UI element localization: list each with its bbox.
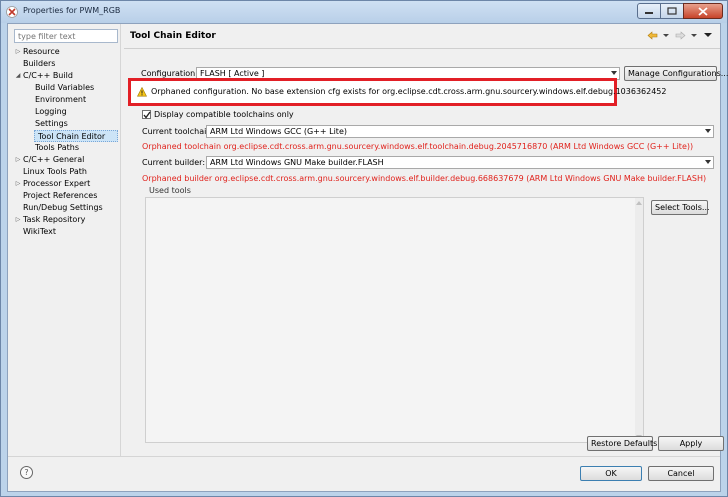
toolchain-select[interactable]: ARM Ltd Windows GCC (G++ Lite) (206, 125, 714, 138)
used-tools-list[interactable] (145, 197, 644, 443)
tree-item-label: C/C++ Build (23, 71, 73, 80)
tree-item-label: Environment (35, 95, 87, 104)
window-title: Properties for PWM_RGB (23, 6, 121, 15)
tree-item-c-c-build[interactable]: ◢ C/C++ Build (14, 70, 118, 82)
expanded-arrow-icon[interactable]: ◢ (14, 70, 22, 82)
orphaned-warning-highlight: Orphaned configuration. No base extensio… (128, 78, 667, 106)
tree-item-label: Task Repository (23, 215, 86, 224)
tree-item-label: Run/Debug Settings (23, 203, 103, 212)
builder-select[interactable]: ARM Ltd Windows GNU Make builder.FLASH (206, 156, 714, 169)
pane-divider[interactable] (120, 24, 123, 456)
tree-item-tools-paths[interactable]: Tools Paths (14, 142, 118, 154)
toolchain-error-message: Orphaned toolchain org.eclipse.cdt.cross… (142, 142, 694, 151)
tree-item-linux-tools-path[interactable]: Linux Tools Path (14, 166, 118, 178)
tree-item-task-repository[interactable]: ▷ Task Repository (14, 214, 118, 226)
close-window-button[interactable] (683, 3, 723, 19)
close-icon (698, 6, 708, 16)
help-icon[interactable]: ? (20, 466, 33, 479)
tree-item-label: Resource (23, 47, 60, 56)
configuration-value: FLASH [ Active ] (200, 69, 265, 78)
tree-item-build-variables[interactable]: Build Variables (14, 82, 118, 94)
minimize-button[interactable] (637, 3, 661, 19)
collapsed-arrow-icon[interactable]: ▷ (14, 46, 22, 58)
orphaned-configuration-message: Orphaned configuration. No base extensio… (151, 87, 667, 96)
manage-configurations-button[interactable]: Manage Configurations... (624, 66, 728, 81)
tree-item-resource[interactable]: ▷ Resource (14, 46, 118, 58)
tree-item-label: Build Variables (35, 83, 95, 92)
current-toolchain-label: Current toolchain: (142, 127, 215, 136)
minimize-icon (645, 12, 653, 14)
forward-menu-icon[interactable] (688, 30, 700, 40)
tree-item-processor-expert[interactable]: ▷ Processor Expert (14, 178, 118, 190)
collapsed-arrow-icon[interactable]: ▷ (14, 214, 22, 226)
select-tools-button[interactable]: Select Tools... (651, 200, 710, 215)
tools-scrollbar[interactable] (635, 198, 643, 442)
button-bar-separator (8, 456, 720, 457)
page-navigation (646, 30, 714, 40)
chevron-down-icon (705, 129, 711, 133)
tree-item-tool-chain-editor[interactable]: Tool Chain Editor (34, 130, 118, 142)
tree-item-label: Logging (35, 107, 67, 116)
builder-error-message: Orphaned builder org.eclipse.cdt.cross.a… (142, 174, 707, 183)
tree-item-environment[interactable]: Environment (14, 94, 118, 106)
tree-item-c-c-general[interactable]: ▷ C/C++ General (14, 154, 118, 166)
tree-item-run-debug-settings[interactable]: Run/Debug Settings (14, 202, 118, 214)
checkmark-icon (143, 111, 151, 119)
display-compatible-label[interactable]: Display compatible toolchains only (154, 110, 294, 119)
collapsed-arrow-icon[interactable]: ▷ (14, 154, 22, 166)
dialog-client-area: ▷ResourceBuilders◢C/C++ BuildBuild Varia… (7, 23, 728, 492)
warning-icon (137, 87, 147, 97)
tree-item-builders[interactable]: Builders (14, 58, 118, 70)
restore-defaults-button[interactable]: Restore Defaults (587, 436, 657, 451)
builder-value: ARM Ltd Windows GNU Make builder.FLASH (210, 158, 384, 167)
back-arrow-icon[interactable] (646, 30, 658, 40)
maximize-button[interactable] (660, 3, 684, 19)
title-separator (124, 48, 720, 49)
tree-item-label: Project References (23, 191, 98, 200)
eclipse-app-icon (6, 6, 18, 18)
chevron-down-icon (705, 160, 711, 164)
maximize-icon (667, 7, 677, 15)
page-title: Tool Chain Editor (130, 31, 216, 41)
ok-button[interactable]: OK (580, 466, 642, 481)
display-compatible-checkbox[interactable] (142, 110, 151, 119)
tree-item-settings[interactable]: Settings (14, 118, 118, 130)
tree-item-label: Linux Tools Path (23, 167, 87, 176)
view-menu-icon[interactable] (702, 30, 714, 40)
cancel-button[interactable]: Cancel (648, 466, 714, 481)
back-menu-icon[interactable] (660, 30, 672, 40)
title-bar[interactable]: Properties for PWM_RGB (1, 1, 727, 23)
tree-item-project-references[interactable]: Project References (14, 190, 118, 202)
forward-arrow-icon[interactable] (674, 30, 686, 40)
tree-item-label: WikiText (23, 227, 56, 236)
tree-item-label: C/C++ General (23, 155, 85, 164)
filter-input[interactable] (14, 29, 118, 43)
tree-item-wikitext[interactable]: WikiText (14, 226, 118, 238)
scroll-up-icon[interactable] (636, 201, 642, 205)
tree-item-label: Tools Paths (35, 143, 79, 152)
tree-item-logging[interactable]: Logging (14, 106, 118, 118)
collapsed-arrow-icon[interactable]: ▷ (14, 178, 22, 190)
used-tools-label: Used tools (149, 186, 191, 195)
toolchain-value: ARM Ltd Windows GCC (G++ Lite) (210, 127, 347, 136)
tree-item-label: Processor Expert (23, 179, 91, 188)
current-builder-label: Current builder: (142, 158, 206, 167)
chevron-down-icon (611, 71, 617, 75)
properties-window: Properties for PWM_RGB ▷ResourceBuilders… (0, 0, 728, 497)
property-tree: ▷ Resource Builders ◢ C/C++ Build Build Varia… (14, 46, 118, 238)
apply-button[interactable]: Apply (658, 436, 724, 451)
configuration-label: Configuration: (141, 69, 198, 78)
property-page: Tool Chain Editor Configuration: FLASH [… (124, 24, 728, 456)
tree-item-label: Settings (35, 119, 68, 128)
tree-item-label: Builders (23, 59, 56, 68)
